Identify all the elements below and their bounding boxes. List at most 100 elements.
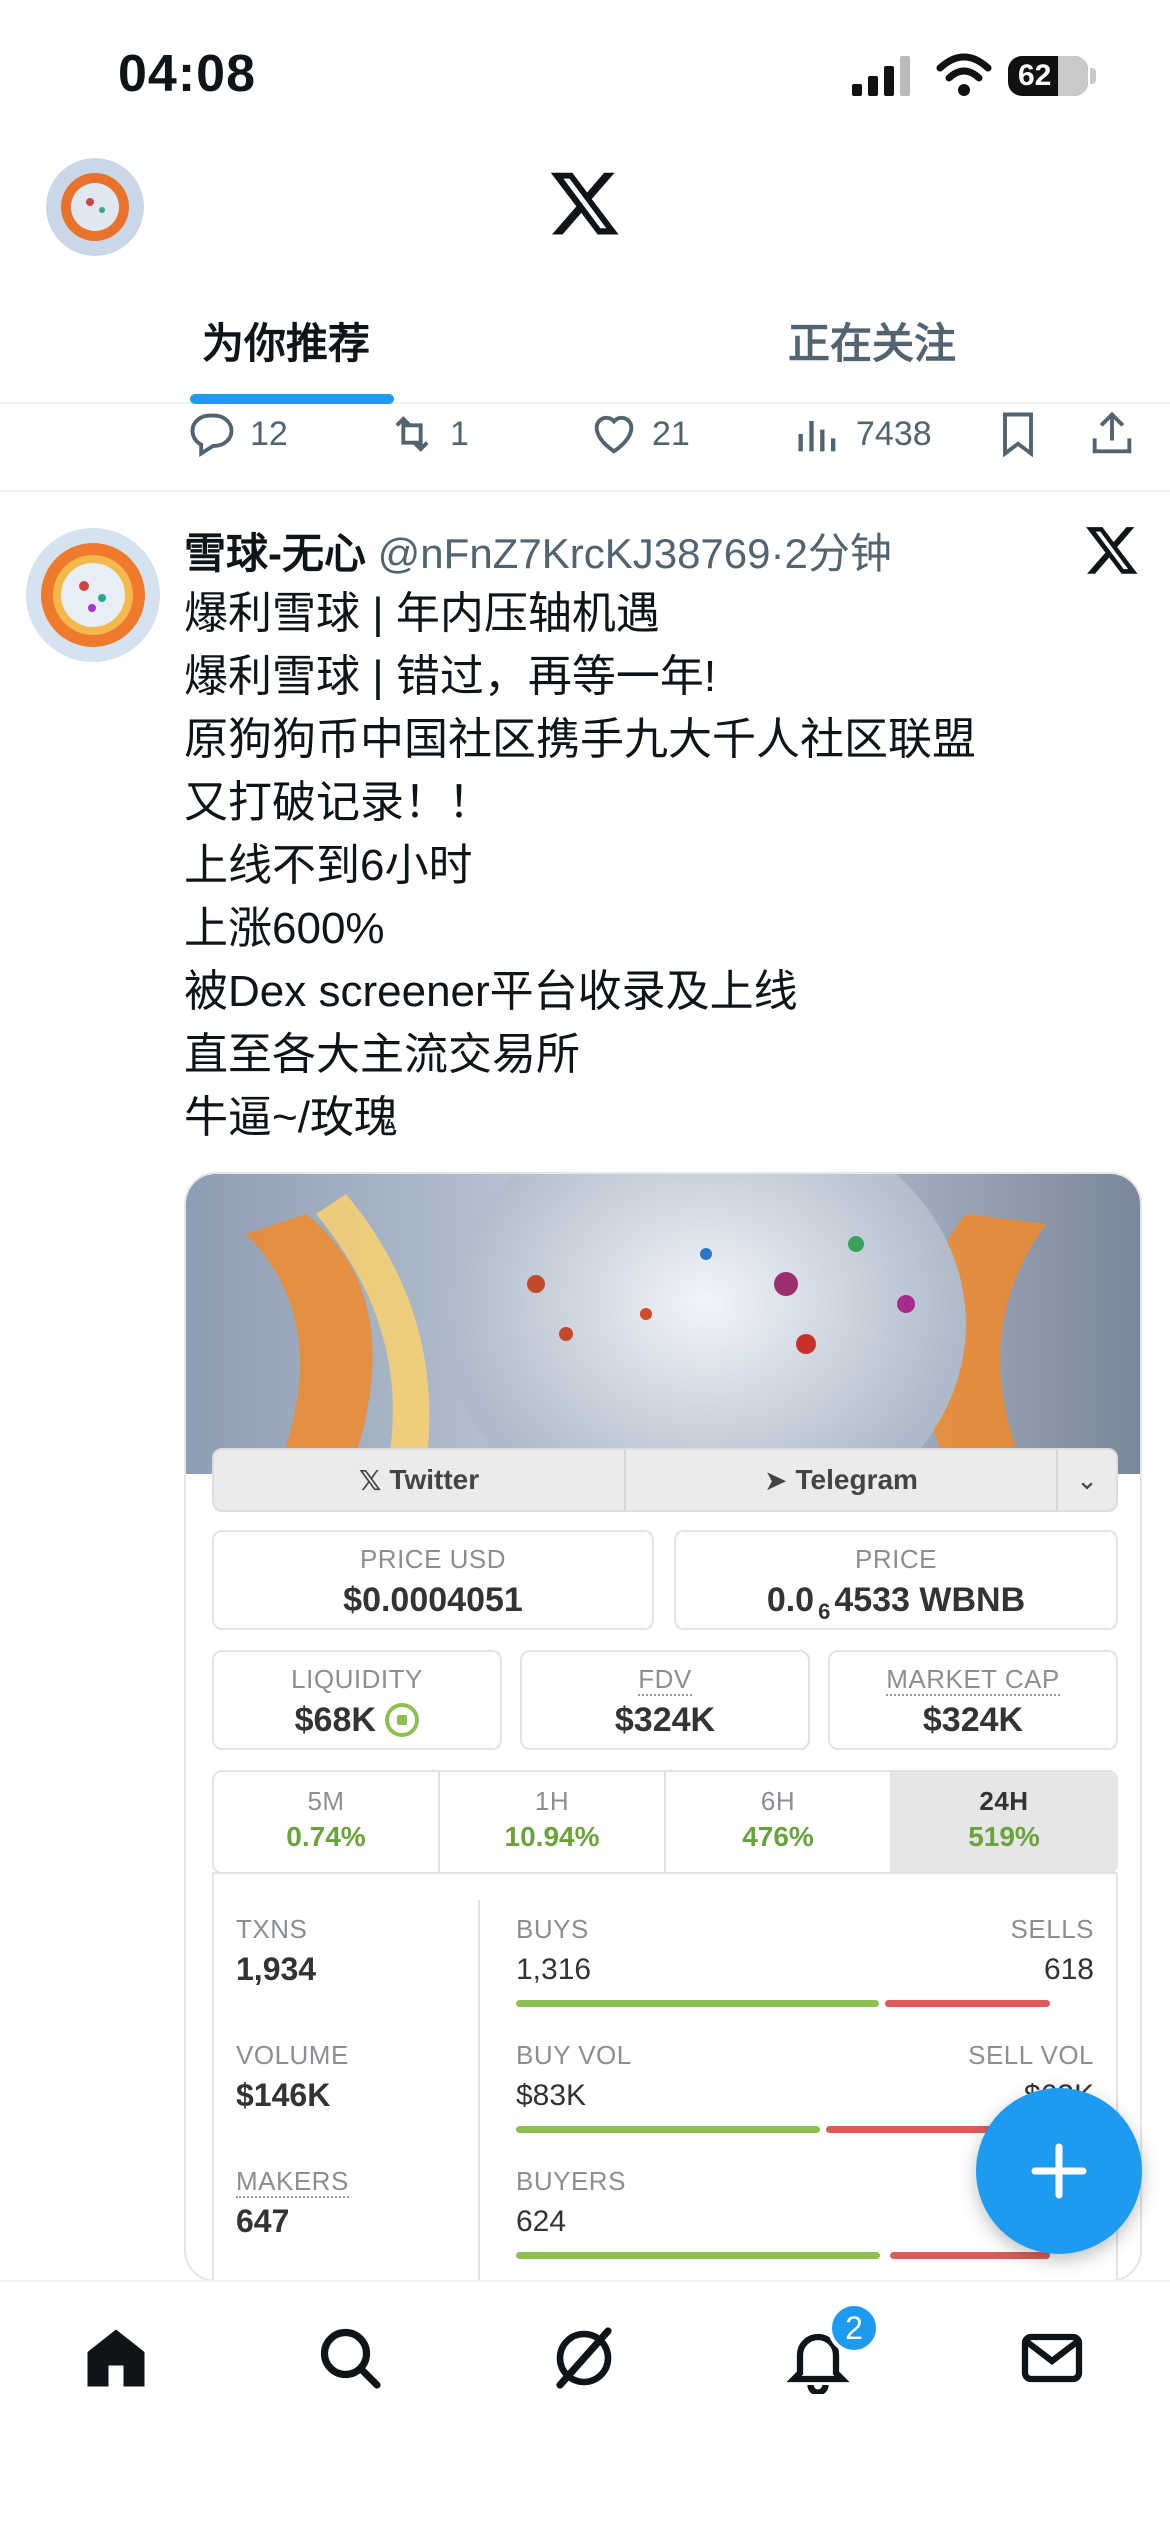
views-chart-icon: [798, 421, 836, 452]
txns-value: 1,934: [236, 1951, 317, 1987]
market-cap-value: $324K: [922, 1701, 1024, 1739]
reply-icon: [190, 413, 234, 458]
tab-for-you[interactable]: 为你推荐: [202, 310, 370, 371]
telegram-icon: ➤: [764, 1464, 788, 1496]
tweet-line: 直至各大主流交易所: [184, 1030, 580, 1079]
tweet-text: 爆利雪球 | 年内压轴机遇 爆利雪球 | 错过，再等一年! 原狗狗币中国社区携手…: [184, 582, 1144, 1149]
sells-stat: SELLS 618: [1011, 1914, 1094, 1987]
previous-tweet-actions: 12 1 21 7438: [0, 404, 1170, 490]
period-change: 10.94%: [504, 1821, 600, 1852]
period-label: 1H: [534, 1786, 570, 1816]
buy-vol-label: BUY VOL: [516, 2040, 632, 2070]
tweet-line: 爆利雪球 | 年内压轴机遇: [184, 589, 660, 638]
fdv-box: FDV $324K: [520, 1650, 810, 1750]
volume-stat: VOLUME $146K: [236, 2040, 349, 2114]
buys-bar: [516, 2000, 879, 2007]
author-handle[interactable]: @nFnZ7KrcKJ38769: [378, 530, 771, 577]
period-tab-6h[interactable]: 6H 476%: [666, 1772, 892, 1872]
liquidity-label: LIQUIDITY: [291, 1664, 423, 1694]
txns-label: TXNS: [236, 1914, 308, 1944]
views-button[interactable]: 7438: [792, 404, 932, 464]
social-links-bar: 𝕏 Twitter ➤ Telegram ⌄: [212, 1448, 1118, 1512]
grok-icon[interactable]: [548, 2322, 620, 2394]
home-icon[interactable]: [80, 2322, 152, 2394]
market-cap-label: MARKET CAP: [886, 1664, 1060, 1696]
sellers-bar: [890, 2252, 1050, 2259]
makers-label: MAKERS: [236, 2166, 349, 2198]
liquidity-box: LIQUIDITY $68K: [212, 1650, 502, 1750]
tweet-line: 爆利雪球 | 错过，再等一年!: [184, 652, 717, 701]
battery-icon: 62: [1008, 56, 1088, 96]
txn-stats-box: TXNS 1,934 VOLUME $146K MAKERS 647 BUYS …: [212, 1872, 1118, 2280]
like-count: 21: [652, 414, 690, 453]
stats-divider: [478, 1900, 480, 2280]
price-prefix: 0.0: [766, 1581, 815, 1619]
buy-vol-bar: [516, 2126, 820, 2133]
messages-mail-icon[interactable]: [1016, 2322, 1088, 2394]
lock-icon: [385, 1703, 420, 1737]
cellular-signal-icon: [852, 56, 910, 96]
repost-icon: [395, 416, 429, 452]
tweet-line: 被Dex screener平台收录及上线: [184, 967, 798, 1016]
bookmark-icon: [1003, 412, 1033, 458]
bookmark-button[interactable]: [992, 404, 1044, 464]
x-grok-icon[interactable]: [1084, 522, 1140, 578]
buy-vol-value: $83K: [516, 2079, 587, 2112]
profile-avatar[interactable]: [46, 158, 144, 256]
price-zero-count: 6: [818, 1598, 831, 1624]
makers-stat: MAKERS 647: [236, 2166, 349, 2240]
battery-level: 62: [1018, 59, 1052, 92]
period-tab-24h[interactable]: 24H 519%: [892, 1772, 1116, 1872]
snowball-fire-banner: [186, 1174, 1140, 1474]
active-tab-indicator: [190, 394, 394, 404]
makers-value: 647: [236, 2203, 290, 2239]
period-change: 476%: [742, 1821, 814, 1852]
view-count: 7438: [856, 414, 932, 453]
tweet-line: 上涨600%: [184, 904, 385, 953]
tab-following[interactable]: 正在关注: [788, 310, 956, 371]
period-tab-1h[interactable]: 1H 10.94%: [440, 1772, 666, 1872]
wifi-icon: [936, 53, 992, 96]
chevron-down-icon[interactable]: ⌄: [1058, 1450, 1116, 1510]
period-tab-5m[interactable]: 5M 0.74%: [214, 1772, 440, 1872]
price-value: 0.0 6 4533 WBNB: [676, 1581, 1116, 1625]
compose-post-button[interactable]: [976, 2088, 1142, 2254]
bottom-nav: [0, 2280, 1170, 2532]
repost-count: 1: [450, 414, 469, 453]
author-name[interactable]: 雪球-无心: [184, 530, 366, 577]
buy-vol-stat: BUY VOL $83K: [516, 2040, 632, 2113]
sells-value: 618: [1043, 1953, 1094, 1986]
tweet-header: 雪球-无心 @nFnZ7KrcKJ38769·2分钟: [184, 520, 892, 581]
buys-label: BUYS: [516, 1914, 589, 1944]
sells-bar: [885, 2000, 1050, 2007]
plus-icon: [1031, 2143, 1087, 2199]
price-label: PRICE: [855, 1544, 937, 1574]
fdv-value: $324K: [614, 1701, 716, 1739]
buys-value: 1,316: [516, 1953, 592, 1986]
txns-stat: TXNS 1,934: [236, 1914, 316, 1988]
buyers-value: 624: [516, 2205, 567, 2238]
repost-button[interactable]: 1: [386, 404, 469, 464]
tweet-line: 又打破记录！！: [184, 778, 492, 827]
x-logo-icon[interactable]: [548, 166, 622, 240]
tweet-author-avatar[interactable]: [26, 528, 160, 662]
tweet-line: 原狗狗币中国社区携手九大千人社区联盟: [184, 715, 976, 764]
period-change: 0.74%: [286, 1821, 366, 1852]
telegram-link[interactable]: ➤ Telegram: [626, 1450, 1058, 1510]
heart-icon: [594, 415, 634, 454]
share-button[interactable]: [1086, 404, 1138, 464]
reply-button[interactable]: 12: [186, 404, 288, 464]
twitter-link[interactable]: 𝕏 Twitter: [214, 1450, 626, 1510]
telegram-label: Telegram: [795, 1464, 918, 1495]
search-icon[interactable]: [314, 2322, 386, 2394]
price-usd-label: PRICE USD: [359, 1544, 507, 1574]
tweet-divider: [0, 490, 1170, 492]
battery-tip: [1090, 68, 1096, 84]
like-button[interactable]: 21: [588, 404, 690, 464]
period-change: 519%: [968, 1821, 1040, 1852]
liquidity-value: $68K: [294, 1701, 376, 1739]
volume-value: $146K: [236, 2077, 331, 2113]
share-icon: [1092, 411, 1132, 454]
buyers-stat: BUYERS 624: [516, 2166, 626, 2239]
price-digits: 4533 WBNB: [834, 1581, 1026, 1619]
